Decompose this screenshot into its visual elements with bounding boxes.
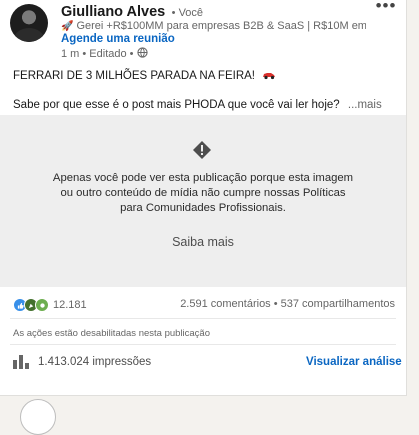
reactions-summary[interactable]: 12.181 [13,298,87,312]
warning-icon [192,140,212,165]
post-header: Giulliano Alves • Você 🚀 Gerei +R$100MM p… [0,0,406,62]
comments-shares-count[interactable]: 2.591 comentários • 537 compartilhamento… [180,298,395,310]
author-avatar[interactable] [10,4,48,42]
impressions-count: 1.413.024 impressões [38,356,152,368]
learn-more-button[interactable]: Saiba mais [153,231,253,253]
avatar-silhouette [14,28,44,42]
actions-disabled-notice: As ações estão desabilitadas nesta publi… [13,328,210,339]
feed-post-card: Giulliano Alves • Você 🚀 Gerei +R$100MM p… [0,0,407,396]
see-more-link[interactable]: ...mais [348,99,382,111]
post-text-line-1: FERRARI DE 3 MILHÕES PARADA NA FEIRA! [13,70,276,83]
next-post-avatar [20,399,56,435]
reactions-count: 12.181 [53,299,87,311]
view-analytics-link[interactable]: Visualizar análise [306,356,402,368]
author-headline: 🚀 Gerei +R$100MM para empresas B2B & SaaS… [61,20,366,32]
author-name[interactable]: Giulliano Alves [61,4,165,20]
bar-chart-icon [13,354,30,374]
connection-degree: • Você [171,7,204,19]
post-meta: 1 m • Editado • [61,47,148,61]
policy-message: Apenas você pode ver esta publicação por… [52,172,354,214]
analytics-row: 1.413.024 impressões Visualizar análise [0,344,406,380]
red-car-icon [262,70,276,83]
post-time-edited: 1 m • Editado • [61,48,134,60]
headline-text: Gerei +R$100MM para empresas B2B & SaaS … [76,20,366,32]
post-text-line-2: Sabe por que esse é o post mais PHODA qu… [13,99,382,111]
schedule-meeting-link[interactable]: Agende uma reunião [61,33,175,45]
post-body-text: Sabe por que esse é o post mais PHODA qu… [13,99,340,111]
more-options-button[interactable]: ••• [375,0,397,16]
divider [10,318,396,319]
author-name-row: Giulliano Alves • Você [61,3,203,21]
rocket-icon: 🚀 [61,21,74,32]
post-headline-text: FERRARI DE 3 MILHÕES PARADA NA FEIRA! [13,70,255,82]
blocked-media-notice: Apenas você pode ver esta publicação por… [0,115,406,287]
globe-icon [136,47,148,61]
social-counts: 12.181 2.591 comentários • 537 compartil… [13,298,395,314]
support-icon [35,298,49,312]
